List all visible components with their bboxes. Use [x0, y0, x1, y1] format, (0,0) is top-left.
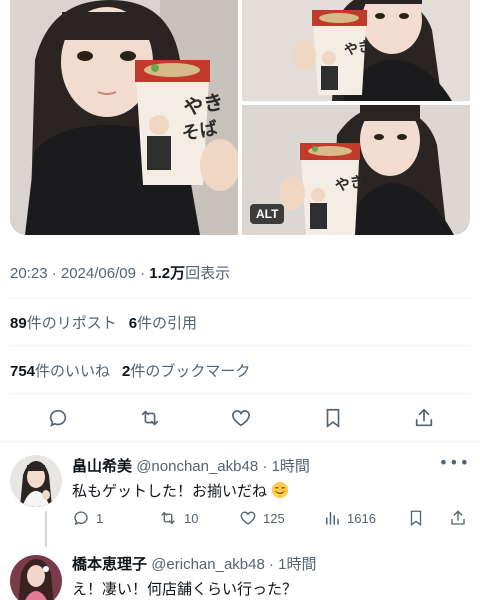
reply-repost-count: 10	[184, 510, 199, 526]
divider	[10, 298, 470, 299]
divider	[0, 441, 480, 442]
reply-item[interactable]: 畠山希美 @nonchan_akb48 · 1時間 ••• 私もゲットした！お揃…	[10, 453, 470, 547]
thread-line	[45, 511, 47, 547]
divider	[10, 345, 470, 346]
views-label: 回表示	[185, 265, 231, 282]
reposts-stat[interactable]: 89件のリポスト	[10, 315, 117, 332]
reply-share-button[interactable]	[449, 509, 467, 527]
post-timestamp-row: 20:23 · 2024/06/09 · 1.2万回表示	[10, 262, 230, 283]
like-stats-row: 754件のいいね 2件のブックマーク	[10, 360, 250, 381]
reply-author-handle[interactable]: @nonchan_akb48	[136, 458, 258, 475]
reply-icon	[74, 511, 88, 526]
reposts-count: 89	[10, 315, 27, 332]
relaxed-face-emoji	[272, 481, 289, 499]
share-icon	[451, 510, 465, 525]
reply-view-count: 1616	[347, 510, 376, 526]
repost-icon	[161, 512, 175, 524]
reply-repost-button[interactable]: 10	[158, 509, 239, 527]
repost-icon[interactable]	[138, 406, 162, 430]
likes-label: 件のいいね	[35, 363, 111, 380]
reply-text-row: 私もゲットした！お揃いだね	[72, 480, 289, 501]
reply-text-row: え！凄い！何店舗くらい行った？	[72, 578, 297, 599]
reply-action-bar: 1 10 125 1616	[72, 509, 470, 527]
reply-header: 畠山希美 @nonchan_akb48 · 1時間	[72, 455, 310, 476]
photo-1[interactable]: やき そば	[10, 0, 238, 235]
bookmark-icon[interactable]	[321, 406, 345, 430]
reply-text: 私もゲットした！お揃いだね	[72, 483, 268, 500]
reply-author-name[interactable]: 橋本恵理子	[72, 556, 147, 573]
reply-text: え！凄い！何店舗くらい行った？	[72, 581, 298, 598]
likes-count: 754	[10, 363, 36, 380]
quotes-label: 件の引用	[137, 315, 198, 332]
likes-stat[interactable]: 754件のいいね	[10, 363, 110, 380]
alt-badge[interactable]: ALT	[250, 204, 285, 224]
share-icon[interactable]	[412, 406, 436, 430]
views-count: 1.2万	[149, 265, 186, 282]
reply-item[interactable]: 橋本恵理子 @erichan_akb48 · 1時間 え！凄い！何店舗くらい行っ…	[10, 553, 470, 600]
bookmarks-stat[interactable]: 2件のブックマーク	[122, 363, 250, 380]
reply-icon[interactable]	[46, 406, 70, 430]
photo-2[interactable]: やき	[242, 0, 470, 101]
views-icon	[326, 512, 339, 525]
like-icon	[240, 511, 256, 525]
reply-views-button[interactable]: 1616	[323, 509, 407, 527]
reply-like-count: 125	[263, 510, 285, 526]
quotes-stat[interactable]: 6件の引用	[129, 315, 197, 332]
reply-header: 橋本恵理子 @erichan_akb48 · 1時間	[72, 553, 317, 574]
avatar[interactable]	[10, 455, 62, 507]
reply-bookmark-button[interactable]	[407, 509, 449, 527]
reply-time[interactable]: · 1時間	[262, 458, 310, 475]
more-options-icon[interactable]: •••	[439, 453, 470, 472]
reply-reply-button[interactable]: 1	[72, 509, 158, 527]
quotes-count: 6	[128, 315, 138, 332]
post-timestamp[interactable]: 20:23 · 2024/06/09 ·	[10, 265, 149, 282]
reply-author-handle[interactable]: @erichan_akb48	[151, 556, 265, 573]
bookmark-icon	[410, 510, 422, 527]
reply-author-name[interactable]: 畠山希美	[72, 458, 132, 475]
reposts-label: 件のリポスト	[26, 315, 117, 332]
divider	[10, 393, 470, 394]
like-icon[interactable]	[229, 406, 253, 430]
reply-time[interactable]: · 1時間	[269, 556, 317, 573]
reply-like-button[interactable]: 125	[239, 509, 323, 527]
photo-grid: やき そば やき やき	[10, 0, 470, 235]
bookmarks-label: 件のブックマーク	[130, 363, 251, 380]
avatar[interactable]	[10, 555, 62, 600]
repost-stats-row: 89件のリポスト 6件の引用	[10, 312, 197, 333]
reply-reply-count: 1	[96, 510, 104, 526]
post-action-bar	[10, 402, 470, 434]
